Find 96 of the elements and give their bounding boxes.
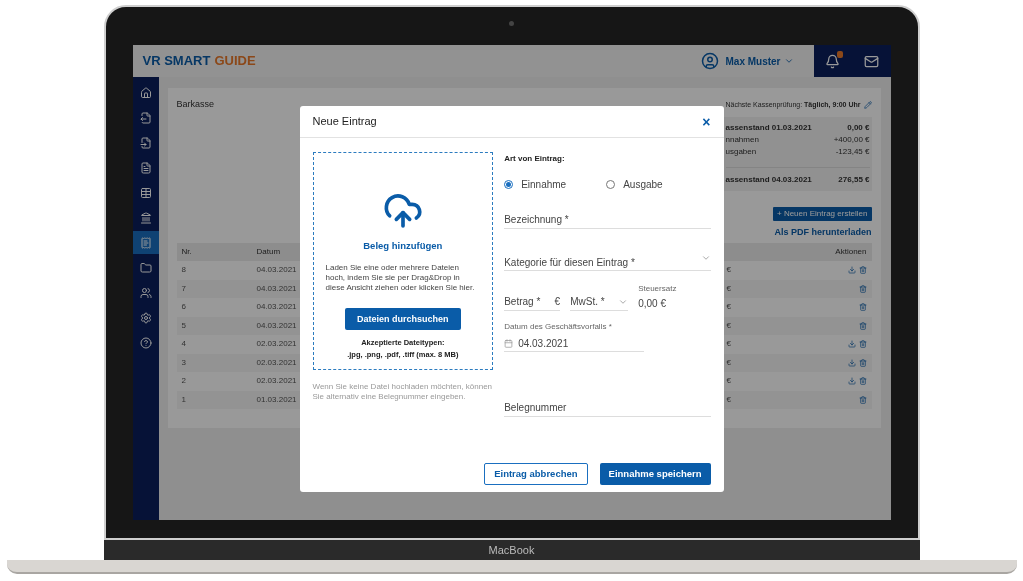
trash-icon[interactable] [858,266,867,275]
logo-text: GUIDE [214,52,256,71]
table-cell: 01.03.2021 [256,394,297,404]
summary-value: 276,55 € [838,173,870,186]
table-cell: 02.03.2021 [256,339,297,349]
table-cell: 5 [181,320,186,330]
page-title: Barkasse [176,98,215,111]
bank-icon [139,211,152,224]
category-dropdown[interactable]: Kategorie für diesen Eintrag * [504,253,711,271]
tax-label: Steuersatz [638,283,677,295]
radio-option[interactable]: Einnahme [504,177,567,192]
column-header: Aktionen [835,246,867,258]
table-cell: 3 [181,357,186,367]
close-button[interactable]: × [702,114,711,129]
summary-label: assenstand 04.03.2021 [725,173,812,186]
bell-button[interactable] [825,53,841,69]
receipt-number-field[interactable]: Belegnummer [504,399,711,417]
cancel-button[interactable]: Eintrag abbrechen [484,463,588,485]
table-cell: 7 [181,283,186,293]
table-cell: 2 [181,376,186,386]
help-icon [139,336,152,349]
name-field[interactable]: Bezeichnung * [504,211,711,229]
save-button[interactable]: Einnahme speichern [599,463,711,485]
table-cell: € [726,320,731,330]
trash-icon[interactable] [858,395,867,404]
user-avatar-icon[interactable] [701,52,720,70]
column-header: Datum [256,247,281,256]
table-cell: 6 [181,302,186,312]
download-icon[interactable] [847,266,856,275]
table-cell: 04.03.2021 [256,265,297,275]
download-icon[interactable] [847,358,856,367]
device-label: MacBook [488,542,535,558]
table-cell: 02.03.2021 [256,357,297,367]
chevron-icon [783,56,794,66]
date-label: Datum des Geschäftsvorfalls * [504,321,613,333]
browse-files-button[interactable]: Dateien durchsuchen [344,308,461,331]
camera-icon [509,21,514,26]
table-cell: 04.03.2021 [256,302,297,312]
sidebar-item[interactable] [132,231,159,254]
table-cell: € [726,283,731,293]
table-icon [139,186,152,199]
calendar-icon [504,339,514,348]
upload-dropzone[interactable] [312,152,494,370]
radio-option[interactable]: Ausgabe [606,177,663,192]
summary-label: assenstand 01.03.2021 [725,121,812,134]
chevron-icon [700,253,711,263]
mail-icon[interactable] [863,53,879,69]
create-entry-button[interactable]: + Neuen Eintrag erstellen [773,206,872,221]
logo-text: VR SMART [142,52,211,71]
document-arrow-icon [139,136,152,149]
table-cell: 04.03.2021 [256,320,297,330]
summary-value: +400,00 € [833,133,870,146]
dialog-title: Neue Eintrag [312,114,377,130]
table-cell: 02.03.2021 [256,376,297,386]
hint-text: Wenn Sie keine Datei hochladen möchten, können Sie alternativ eine Belegnummer eingeben. [312,382,494,402]
tax-value: 0,00 € [638,297,667,311]
table-cell: € [726,357,731,367]
receipt-icon [139,236,152,249]
entry-type-label: Art von Eintrag: [504,153,566,165]
trash-icon[interactable] [858,377,867,386]
summary-value: 0,00 € [847,121,870,134]
trash-icon[interactable] [858,321,867,330]
column-header: Nr. [181,247,192,256]
table-cell: € [726,265,731,275]
table-cell: € [726,376,731,386]
table-cell: 04.03.2021 [256,283,297,293]
summary-label: nnahmen [725,133,759,146]
table-cell: 8 [181,265,186,275]
user-menu[interactable]: Max Muster [725,53,794,69]
table-cell: € [726,394,731,404]
summary-label: usgaben [725,145,757,158]
trash-icon[interactable] [858,358,867,367]
download-icon[interactable] [847,340,856,349]
settings-icon [139,311,152,324]
bell-icon [825,53,841,69]
vat-dropdown[interactable]: MwSt. * [570,293,629,311]
document-arrow-icon [139,111,152,124]
table-cell: € [726,302,731,312]
upload-title: Beleg hinzufügen [363,239,443,253]
home-icon [139,86,152,99]
edit-icon[interactable] [863,100,872,109]
trash-icon[interactable] [858,303,867,312]
users-icon [139,286,152,299]
table-cell: 1 [181,394,186,404]
summary-value: -123,45 € [835,145,870,158]
folder-icon [139,261,152,274]
download-icon[interactable] [847,377,856,386]
trash-icon[interactable] [858,340,867,349]
upload-instructions: Laden Sie eine oder mehrere Dateien hoch, indem Sie sie per Drag&Drop in diese Ansicht ziehen oder klicken Sie hier. [325,263,476,294]
pdf-download-link[interactable]: Als PDF herunterladen [774,225,872,239]
table-cell: € [726,339,731,349]
document-icon [139,161,152,174]
trash-icon[interactable] [858,284,867,293]
table-cell: 4 [181,339,186,349]
date-field[interactable]: 04.03.2021 [504,336,645,352]
amount-field[interactable]: Betrag * € [504,293,561,311]
